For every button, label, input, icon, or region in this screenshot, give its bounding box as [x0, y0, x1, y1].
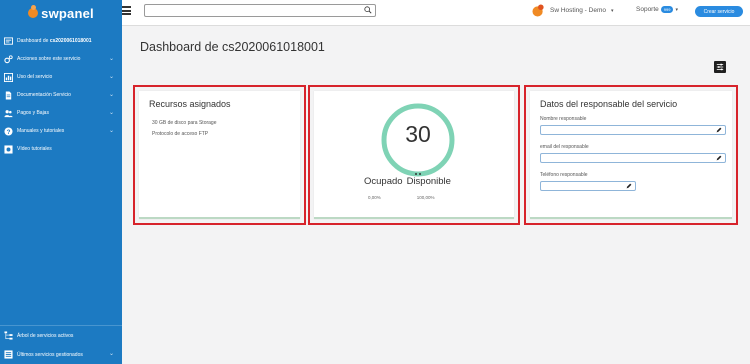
chevron-down-icon: ⌄: [108, 74, 114, 80]
support-menu[interactable]: Soporte 999 ▾: [636, 6, 678, 13]
sidebar-item-video[interactable]: Vídeo tutoriales: [0, 140, 122, 158]
gauge-percentages: 0,00% 100,00%: [368, 195, 435, 200]
filter-settings-button[interactable]: [714, 61, 726, 73]
support-badge: 999: [660, 6, 674, 13]
sidebar-item-manuales[interactable]: ? Manuales y tutoriales ⌄: [0, 122, 122, 140]
chevron-down-icon: ⌄: [108, 56, 114, 62]
field-label-email: email del responsable: [540, 144, 589, 150]
gauge-handle: [415, 173, 417, 175]
company-logo-icon: [532, 4, 545, 17]
available-label: Disponible: [406, 176, 451, 187]
sidebar-item-label: Dashboard de: [17, 38, 50, 44]
chevron-down-icon: ⌄: [108, 110, 114, 116]
help-icon: ?: [4, 126, 13, 136]
search-icon[interactable]: [364, 6, 372, 14]
sidebar-item-ultimos[interactable]: Últimos servicios gestionados ⌄: [0, 345, 122, 364]
logo-mark-icon: [28, 5, 39, 18]
responsible-title: Datos del responsable del servicio: [540, 99, 678, 109]
sliders-icon: [716, 63, 724, 71]
svg-text:?: ?: [7, 128, 11, 135]
search-input[interactable]: [145, 11, 355, 23]
usage-card: 30 Ocupado Disponible 0,00% 100,00%: [314, 91, 514, 219]
pencil-icon[interactable]: [716, 127, 722, 133]
search-box: [144, 4, 376, 23]
resources-panel: Recursos asignados 30 GB de disco para S…: [133, 85, 306, 225]
sidebar-item-label: Uso del servicio: [17, 74, 53, 80]
sidebar-item-acciones[interactable]: Acciones sobre este servicio ⌄: [0, 50, 122, 68]
sidebar-item-label: Vídeo tutoriales: [17, 146, 52, 152]
sidebar-bottom: Árbol de servicios activos Últimos servi…: [0, 325, 122, 364]
top-bar: Sw Hosting - Demo ▾ Soporte 999 ▾ Crear …: [122, 0, 750, 26]
sidebar-item-label: Últimos servicios gestionados: [17, 351, 83, 358]
phone-input[interactable]: [541, 190, 626, 198]
chevron-down-icon: ⌄: [108, 92, 114, 98]
sidebar: swpanel Dashboard de cs2020061018001 Acc…: [0, 0, 122, 364]
responsible-panel: Datos del responsable del servicio Nombr…: [524, 85, 738, 225]
occupied-percent: 0,00%: [368, 195, 381, 200]
document-icon: [4, 90, 13, 100]
available-percent: 100,00%: [416, 195, 435, 200]
chevron-down-icon: ⌄: [108, 128, 114, 134]
sidebar-item-service-id: cs2020061018001: [49, 38, 92, 44]
logo-text: swpanel: [41, 5, 94, 21]
sidebar-item-label: Árbol de servicios activos: [17, 332, 74, 339]
phone-field: [540, 181, 636, 198]
field-label-phone: Teléfono responsable: [540, 172, 588, 178]
sidebar-item-dashboard[interactable]: Dashboard de cs2020061018001: [0, 32, 122, 50]
hamburger-menu-icon[interactable]: [122, 6, 131, 15]
sidebar-nav: Dashboard de cs2020061018001 Acciones so…: [0, 32, 122, 158]
users-icon: [4, 109, 13, 118]
occupied-label: Ocupado: [364, 176, 403, 187]
caret-down-icon: ▾: [611, 7, 614, 14]
resources-card: Recursos asignados 30 GB de disco para S…: [139, 91, 300, 219]
pencil-icon[interactable]: [626, 183, 632, 189]
sidebar-item-uso[interactable]: Uso del servicio ⌄: [0, 68, 122, 86]
sidebar-item-label: Documentación Servicio: [17, 92, 71, 98]
sidebar-item-arbol[interactable]: Árbol de servicios activos: [0, 326, 122, 345]
gauge-legend: Ocupado Disponible: [364, 176, 451, 187]
gauge-value: 30: [405, 121, 431, 147]
name-field: [540, 125, 726, 142]
list-icon: [4, 350, 13, 359]
gears-icon: [4, 54, 13, 64]
email-field: [540, 153, 726, 170]
chevron-down-icon: ⌄: [108, 351, 114, 357]
resource-line: 30 GB de disco para Storage: [152, 120, 217, 126]
create-service-button[interactable]: Crear servicio: [695, 6, 743, 17]
sidebar-item-label: Pagos y Bajas: [17, 110, 49, 116]
dashboard-icon: [4, 36, 13, 46]
name-input[interactable]: [541, 134, 707, 142]
tree-icon: [4, 331, 13, 340]
pencil-icon[interactable]: [716, 155, 722, 161]
email-input[interactable]: [541, 162, 707, 170]
field-label-name: Nombre responsable: [540, 116, 587, 122]
sidebar-item-label: Acciones sobre este servicio: [17, 56, 81, 62]
sidebar-item-label: Manuales y tutoriales: [17, 128, 65, 134]
company-name: Sw Hosting - Demo: [550, 7, 606, 14]
usage-panel: 30 Ocupado Disponible 0,00% 100,00%: [308, 85, 520, 225]
chart-icon: [4, 72, 13, 82]
resource-line: Protocolo de acceso FTP: [152, 131, 209, 137]
support-label: Soporte: [636, 6, 659, 13]
page-title: Dashboard de cs2020061018001: [140, 40, 325, 54]
caret-down-icon: ▾: [675, 6, 678, 13]
sidebar-item-documentacion[interactable]: Documentación Servicio ⌄: [0, 86, 122, 104]
sidebar-item-pagos[interactable]: Pagos y Bajas ⌄: [0, 104, 122, 122]
gauge-handle: [419, 173, 421, 175]
company-selector[interactable]: Sw Hosting - Demo ▾: [532, 4, 614, 17]
video-icon: [4, 144, 13, 154]
resources-title: Recursos asignados: [149, 99, 231, 109]
logo[interactable]: swpanel: [0, 0, 122, 26]
responsible-card: Datos del responsable del servicio Nombr…: [530, 91, 732, 219]
